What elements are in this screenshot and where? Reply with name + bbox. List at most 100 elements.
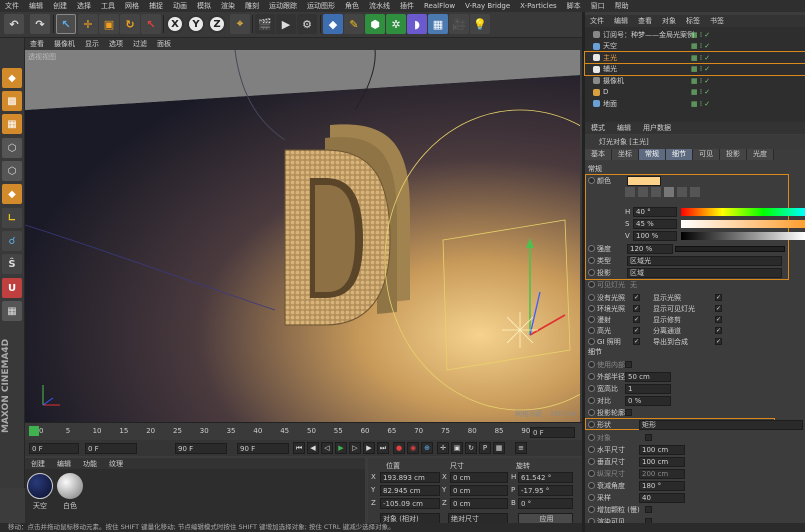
material-menu-0[interactable]: 创建 <box>25 459 51 469</box>
shape-detail-field[interactable]: 180 ° <box>639 480 685 491</box>
shape-detail-row[interactable]: 水平尺寸 100 cm <box>585 444 805 455</box>
shape-detail-row[interactable]: 采样 40 <box>585 492 805 503</box>
detail-check[interactable] <box>625 409 632 416</box>
check-right[interactable]: ✓ <box>715 294 722 301</box>
menu-18[interactable]: X-Particles <box>515 2 561 10</box>
render-picture-viewer-icon[interactable]: ▶ <box>276 14 296 34</box>
shape-detail-row[interactable]: 增加颗粒 (慢) <box>585 504 805 515</box>
attribute-tab-5[interactable]: 投影 <box>720 149 747 160</box>
auto-key-icon[interactable]: ◉ <box>407 442 419 454</box>
shape-detail-row[interactable]: 渲染可见 <box>585 516 805 523</box>
attribute-menu-0[interactable]: 模式 <box>585 123 611 133</box>
pen-icon[interactable]: ✎ <box>344 14 364 34</box>
object-row[interactable]: 摄像机 ▦ ⁞ ✓ <box>585 75 805 86</box>
saturation-slider[interactable] <box>681 219 805 228</box>
polygons-mode-icon[interactable]: ◆ <box>2 184 22 204</box>
attribute-tab-0[interactable]: 基本 <box>585 149 612 160</box>
menu-8[interactable]: 模拟 <box>192 1 216 11</box>
menu-20[interactable]: 窗口 <box>586 1 610 11</box>
camera-icon[interactable]: 🎥 <box>449 14 469 34</box>
axis-y-button[interactable]: Y <box>187 15 205 33</box>
menu-14[interactable]: 流水线 <box>364 1 395 11</box>
go-end-icon[interactable]: ⏭ <box>377 442 389 454</box>
saturation-row[interactable]: S 45 % <box>585 218 805 229</box>
shadow-select[interactable]: 区域 <box>627 267 782 278</box>
detail-field[interactable]: 50 cm <box>625 371 671 382</box>
light-icon[interactable]: 💡 <box>470 14 490 34</box>
material-menu-2[interactable]: 功能 <box>77 459 103 469</box>
position-field[interactable]: 193.893 cm <box>380 472 440 483</box>
value-slider[interactable] <box>681 231 805 240</box>
saturation-field[interactable]: 45 % <box>633 218 677 229</box>
key-scale-icon[interactable]: ▣ <box>451 442 463 454</box>
key-rotation-icon[interactable]: ↻ <box>465 442 477 454</box>
menu-2[interactable]: 创建 <box>48 1 72 11</box>
image-icon[interactable] <box>651 187 661 197</box>
current-frame-field[interactable]: 0 F <box>85 443 137 454</box>
detail-row[interactable]: 外部半径 50 cm <box>585 371 805 382</box>
intensity-field[interactable]: 120 % <box>627 243 673 254</box>
move-icon[interactable]: ✛ <box>78 14 98 34</box>
key-param-icon[interactable]: P <box>479 442 491 454</box>
type-select[interactable]: 区域光 <box>627 255 782 266</box>
menu-16[interactable]: RealFlow <box>419 2 460 10</box>
menu-17[interactable]: V-Ray Bridge <box>460 2 515 10</box>
menu-1[interactable]: 编辑 <box>24 1 48 11</box>
size-field[interactable]: 0 cm <box>450 472 508 483</box>
check-left[interactable]: ✓ <box>633 294 640 301</box>
detail-check[interactable] <box>625 361 632 368</box>
value-row[interactable]: V 100 % <box>585 230 805 241</box>
check-left[interactable]: ✓ <box>633 327 640 334</box>
light-check-row[interactable]: GI 照明 ✓ 导出到合成 ✓ <box>585 336 805 347</box>
shape-detail-row[interactable]: 纵深尺寸 200 cm <box>585 468 805 479</box>
rotation-field[interactable]: -17.95 ° <box>518 485 573 496</box>
intensity-slider[interactable] <box>675 245 785 252</box>
viewport-menu-5[interactable]: 面板 <box>152 39 176 49</box>
timeline-marker[interactable] <box>29 426 39 436</box>
scale-icon[interactable]: ▣ <box>99 14 119 34</box>
hue-field[interactable]: 40 ° <box>633 206 677 217</box>
rotate-icon[interactable]: ↻ <box>120 14 140 34</box>
menu-21[interactable]: 帮助 <box>610 1 634 11</box>
frame-field[interactable]: 0 F <box>530 427 575 438</box>
shape-detail-field[interactable]: 100 cm <box>639 456 685 467</box>
shape-row[interactable]: 形状 矩形 <box>585 419 805 430</box>
object-menu-1[interactable]: 编辑 <box>609 16 633 26</box>
subdivision-icon[interactable]: ⬢ <box>365 14 385 34</box>
axis-x-button[interactable]: X <box>166 15 184 33</box>
object-menu-5[interactable]: 书签 <box>705 16 729 26</box>
shape-detail-check[interactable] <box>645 506 652 513</box>
recent-tool-icon[interactable]: ↖ <box>141 14 161 34</box>
color-row[interactable]: 颜色 <box>585 175 805 186</box>
render-settings-icon[interactable]: ⚙ <box>297 14 317 34</box>
viewport-menu-4[interactable]: 过滤 <box>128 39 152 49</box>
object-menu-4[interactable]: 标签 <box>681 16 705 26</box>
shape-detail-field[interactable]: 100 cm <box>639 444 685 455</box>
viewport-menu-1[interactable]: 摄像机 <box>49 39 80 49</box>
object-row[interactable]: 地面 ▦ ⁞ ✓ <box>585 98 805 109</box>
shape-detail-row[interactable]: 垂直尺寸 100 cm <box>585 456 805 467</box>
model-mode-icon[interactable]: ◆ <box>2 68 22 88</box>
material-manager[interactable]: 天空 白色 <box>25 469 365 523</box>
undo-icon[interactable]: ↶ <box>4 14 24 34</box>
detail-row[interactable]: 宽高比 1 <box>585 383 805 394</box>
axis-mode-icon[interactable]: ∟ <box>2 208 22 228</box>
coordinate-system-icon[interactable]: ⌖ <box>230 14 250 34</box>
viewport-menu-2[interactable]: 显示 <box>80 39 104 49</box>
render-view-icon[interactable]: 🎬 <box>255 14 275 34</box>
menu-7[interactable]: 动画 <box>168 1 192 11</box>
hue-slider[interactable] <box>681 207 805 216</box>
size-field[interactable]: 0 cm <box>450 485 508 496</box>
menu-5[interactable]: 网格 <box>120 1 144 11</box>
menu-13[interactable]: 角色 <box>340 1 364 11</box>
object-list[interactable]: 订阅号：种梦——金局光案例 ▦ ⁞ ✓ 天空 ▦ ⁞ ✓ 主光 ▦ ⁞ ✓ 辅光 ▦ ⁞ ✓ 摄… <box>584 27 805 112</box>
rotation-field[interactable]: 0 ° <box>518 498 573 509</box>
magnet-icon[interactable]: U <box>2 278 22 298</box>
rotation-field[interactable]: 61.542 ° <box>518 472 573 483</box>
prev-frame-icon[interactable]: ◁ <box>321 442 333 454</box>
attribute-tab-3[interactable]: 细节 <box>666 149 693 160</box>
key-selection-icon[interactable]: ⊕ <box>421 442 433 454</box>
timeline-menu-icon[interactable]: ≡ <box>515 442 527 454</box>
shape-detail-row[interactable]: 对象 <box>585 432 805 443</box>
material-menu-1[interactable]: 编辑 <box>51 459 77 469</box>
